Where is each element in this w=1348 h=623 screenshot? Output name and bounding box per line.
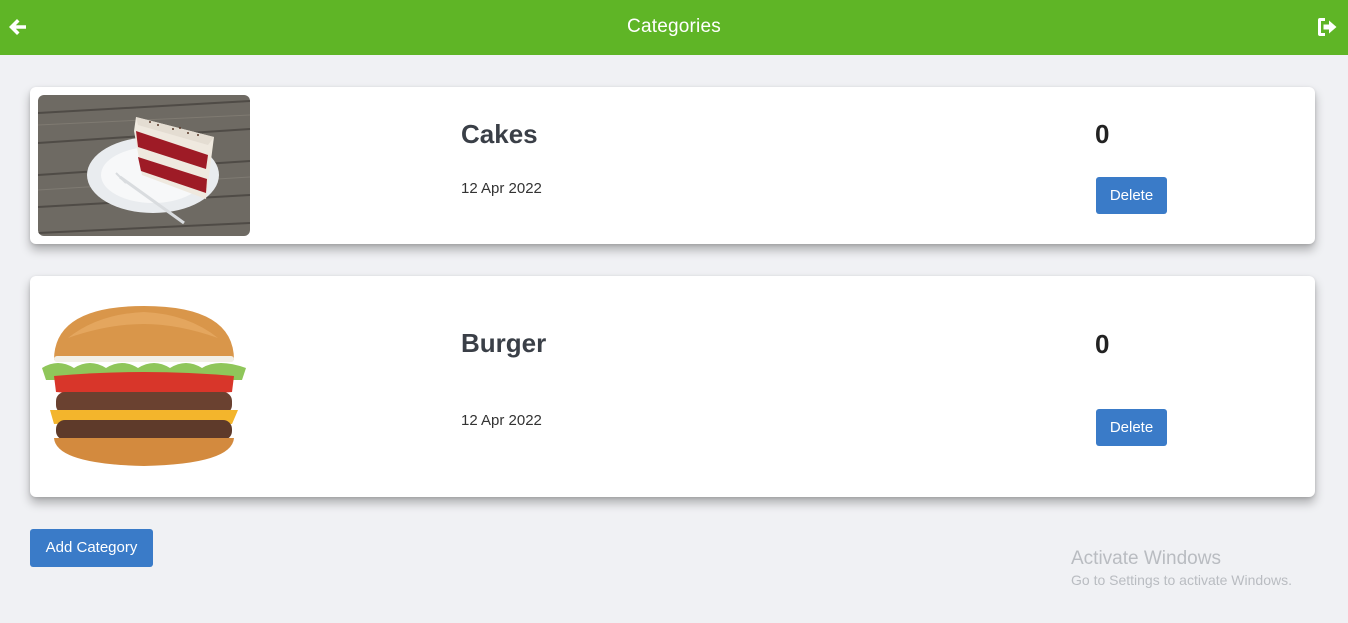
sign-out-icon <box>1318 18 1337 36</box>
category-image-burger <box>38 298 250 478</box>
category-card-cakes: Cakes 12 Apr 2022 0 Delete <box>30 87 1315 244</box>
delete-button[interactable]: Delete <box>1096 177 1167 214</box>
logout-button[interactable] <box>1316 17 1338 37</box>
category-count: 0 <box>1095 329 1110 359</box>
delete-button[interactable]: Delete <box>1096 409 1167 446</box>
activate-windows-watermark: Activate Windows Go to Settings to activ… <box>1071 548 1292 589</box>
category-image-cakes <box>38 95 250 236</box>
category-name: Burger <box>461 328 547 358</box>
category-name: Cakes <box>461 119 538 149</box>
add-category-button[interactable]: Add Category <box>30 529 153 567</box>
category-date: 12 Apr 2022 <box>461 412 542 429</box>
page-title: Categories <box>627 16 721 37</box>
top-bar: Categories <box>0 0 1348 55</box>
category-count: 0 <box>1095 119 1110 149</box>
watermark-title: Activate Windows <box>1071 548 1221 569</box>
category-card-burger: Burger 12 Apr 2022 0 Delete <box>30 276 1315 497</box>
watermark-subtitle: Go to Settings to activate Windows. <box>1071 572 1292 588</box>
category-date: 12 Apr 2022 <box>461 180 542 197</box>
